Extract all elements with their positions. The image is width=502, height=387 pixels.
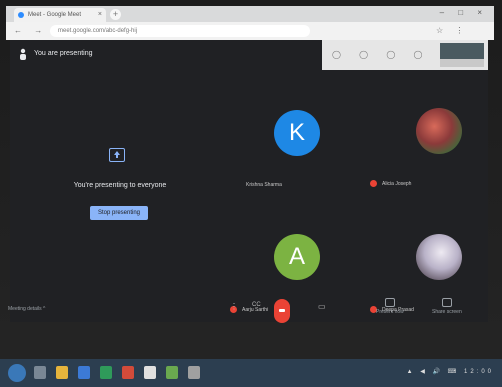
meet-favicon-icon [18,12,24,18]
muted-icon [370,180,377,187]
microphone-icon[interactable]: ⋮ [230,302,238,311]
system-tray[interactable]: ▲ ◀ 🔊 ⌨ 12:00 [407,368,494,375]
extension-icons[interactable]: ☆ ⋮ [436,26,468,35]
presenting-message: You're presenting to everyone [73,182,167,189]
participant-photo [416,234,462,280]
meeting-area: You are presenting ◯ ◯ ◯ ◯ You're presen… [10,40,488,322]
self-video-thumbnail[interactable] [440,43,484,67]
start-button[interactable] [8,364,26,382]
participant-avatar-a: A [274,234,320,280]
share-icon [441,298,452,307]
taskbar-app-icon[interactable] [122,366,134,379]
present-icon [384,298,395,307]
new-tab-button[interactable]: + [110,9,121,20]
participant-avatar-k: K [274,110,320,156]
taskbar: ▲ ◀ 🔊 ⌨ 12:00 [0,359,502,387]
participant-name: Krishna Sharma [246,182,282,188]
taskbar-app-icon[interactable] [188,366,200,379]
close-tab-icon[interactable]: × [98,8,102,22]
browser-tab[interactable]: Meet - Google Meet × [14,8,106,22]
taskbar-app-icon[interactable] [166,366,178,379]
hang-up-button[interactable] [274,299,290,323]
window-controls[interactable]: – □ × [440,8,488,17]
tab-title: Meet - Google Meet [28,12,82,18]
taskbar-app-icon[interactable] [34,366,46,379]
meeting-details-button[interactable]: Meeting details ^ [8,306,45,312]
address-bar: ← → C meet.google.com/abc-defg-hij ☆ ⋮ [6,22,494,40]
participant-photo [416,108,462,154]
taskbar-app-icon[interactable] [100,366,112,379]
meeting-top-bar: You are presenting ◯ ◯ ◯ ◯ [10,40,488,70]
present-screen-icon [109,148,125,162]
folder-icon[interactable] [56,366,68,379]
avatar-initial: A [288,243,305,270]
participant-name: Alicia Joseph [382,181,412,187]
share-screen-label: Share screen [432,309,462,315]
present-now-button[interactable]: Present now [376,298,404,315]
share-screen-button[interactable]: Share screen [432,298,462,315]
captions-button[interactable]: CC [252,302,261,308]
browser-tab-strip: Meet - Google Meet × + – □ × [6,6,494,22]
avatar-initial: K [288,119,305,146]
chrome-icon[interactable] [144,366,156,379]
url-field[interactable]: meet.google.com/abc-defg-hij [50,25,310,37]
overlay-controls[interactable]: ◯ ◯ ◯ ◯ [332,50,430,59]
present-now-label: Present now [376,309,404,315]
self-view-overlay: ◯ ◯ ◯ ◯ [322,40,488,70]
screen: Meet - Google Meet × + – □ × ← → C meet.… [0,0,502,387]
taskbar-app-icon[interactable] [78,366,90,379]
stop-presenting-button[interactable]: Stop presenting [90,206,148,220]
presenting-person-icon [20,48,26,60]
camera-icon[interactable]: ▭ [318,302,326,311]
presenting-label: You are presenting [34,50,93,57]
